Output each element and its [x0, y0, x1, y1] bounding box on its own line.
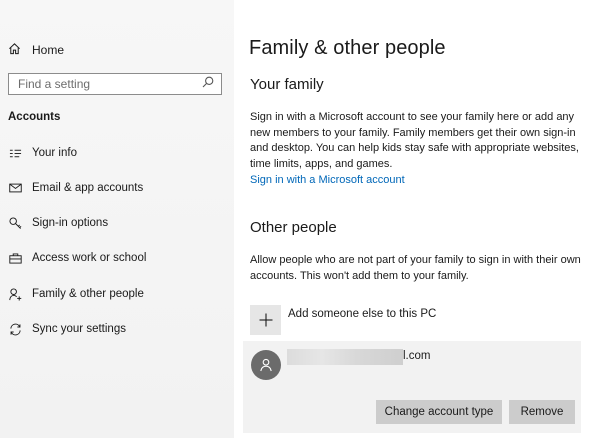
sign-in-microsoft-link[interactable]: Sign in with a Microsoft account [250, 174, 405, 186]
sidebar-item-label: Access work or school [32, 252, 147, 264]
search-box[interactable] [8, 73, 222, 95]
sidebar-item-access-work-school[interactable]: Access work or school [0, 242, 234, 274]
key-icon [8, 216, 22, 230]
search-input[interactable] [18, 77, 198, 91]
home-label: Home [32, 43, 65, 57]
person-add-icon [8, 287, 22, 301]
sidebar-item-label: Sync your settings [32, 323, 126, 335]
your-family-description: Sign in with a Microsoft account to see … [250, 111, 579, 170]
page-title: Family & other people [249, 37, 446, 59]
sync-icon [8, 322, 22, 336]
sidebar-item-your-info[interactable]: Your info [0, 137, 234, 169]
contact-card-icon [8, 146, 22, 160]
account-item[interactable]: l.com Change account type Remove [243, 341, 581, 433]
main-content: Family & other people Your family Sign i… [234, 0, 600, 438]
sidebar-item-label: Your info [32, 147, 77, 159]
sidebar-item-label: Family & other people [32, 288, 144, 300]
sidebar-item-label: Sign-in options [32, 217, 109, 229]
email-redacted [287, 349, 403, 365]
sidebar-item-sign-in-options[interactable]: Sign-in options [0, 207, 234, 239]
sidebar-item-email-app-accounts[interactable]: Email & app accounts [0, 172, 234, 204]
search-icon[interactable] [202, 75, 214, 93]
avatar [251, 350, 281, 380]
sidebar-item-label: Email & app accounts [32, 182, 144, 194]
sidebar-item-family-other-people[interactable]: Family & other people [0, 278, 234, 310]
home-nav-item[interactable]: Home [8, 40, 64, 60]
add-someone-label: Add someone else to this PC [288, 308, 437, 320]
change-account-type-button[interactable]: Change account type [376, 400, 502, 424]
home-icon [8, 42, 32, 58]
your-family-heading: Your family [250, 76, 324, 93]
section-title-accounts: Accounts [8, 111, 61, 123]
person-icon [260, 358, 272, 372]
add-someone-button[interactable]: Add someone else to this PC [250, 305, 436, 335]
briefcase-icon [8, 251, 22, 265]
remove-button[interactable]: Remove [509, 400, 575, 424]
envelope-icon [8, 181, 22, 195]
other-people-description: Allow people who are not part of your fa… [250, 254, 581, 282]
other-people-heading: Other people [250, 219, 337, 236]
sidebar: Home Accounts Your info Email & app a [0, 0, 234, 438]
email-suffix: l.com [403, 350, 431, 362]
sidebar-item-sync-settings[interactable]: Sync your settings [0, 313, 234, 345]
plus-icon [250, 305, 281, 335]
